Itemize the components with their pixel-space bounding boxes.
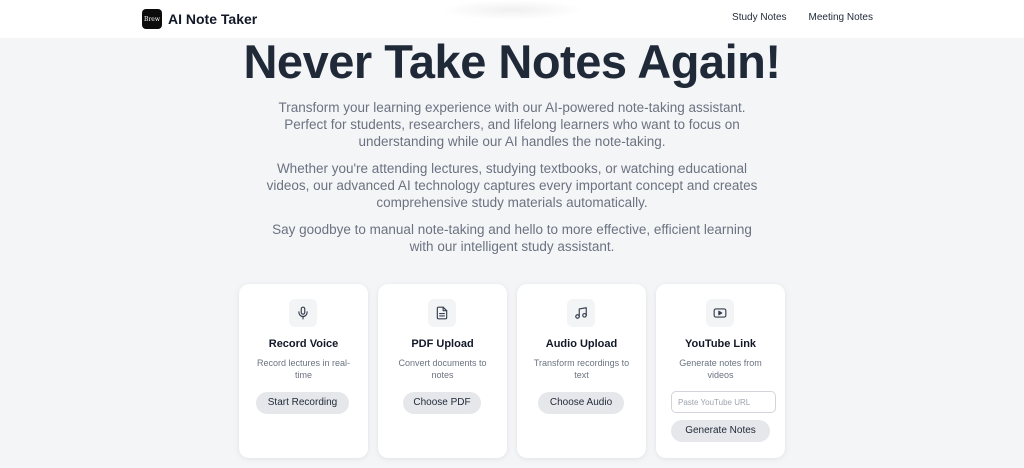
card-title: Audio Upload xyxy=(545,338,618,350)
card-pdf-upload: PDF Upload Convert documents to notes Ch… xyxy=(378,284,507,458)
header-shadow-decoration xyxy=(440,0,585,20)
card-description: Record lectures in real-time xyxy=(256,358,351,380)
brand-logo: Brew xyxy=(142,9,162,29)
card-title: Record Voice xyxy=(268,338,339,350)
card-description: Generate notes from videos xyxy=(679,358,762,380)
document-icon xyxy=(428,299,456,327)
nav-link-meeting-notes[interactable]: Meeting Notes xyxy=(809,12,873,23)
card-audio-upload: Audio Upload Transform recordings to tex… xyxy=(517,284,646,458)
youtube-url-input[interactable] xyxy=(671,391,776,413)
card-title: YouTube Link xyxy=(684,338,757,350)
feature-cards: Record Voice Record lectures in real-tim… xyxy=(239,284,786,460)
top-nav-bar: Brew AI Note Taker Study Notes Meeting N… xyxy=(0,0,1024,38)
hero-paragraph-1: Transform your learning experience with … xyxy=(278,100,746,149)
music-note-icon xyxy=(567,299,595,327)
card-description: Transform recordings to text xyxy=(533,358,630,380)
card-title: PDF Upload xyxy=(411,338,474,350)
choose-audio-button[interactable]: Choose Audio xyxy=(538,392,624,414)
microphone-icon xyxy=(289,299,317,327)
card-youtube-link: YouTube Link Generate notes from videos … xyxy=(656,284,785,458)
nav-link-study-notes[interactable]: Study Notes xyxy=(732,12,786,23)
hero-paragraph-3: Say goodbye to manual note-taking and he… xyxy=(272,222,752,254)
hero-paragraph-2: Whether you're attending lectures, study… xyxy=(266,161,758,210)
brand[interactable]: Brew AI Note Taker xyxy=(142,9,257,29)
card-description: Convert documents to notes xyxy=(398,358,487,380)
start-recording-button[interactable]: Start Recording xyxy=(256,392,349,414)
generate-notes-button[interactable]: Generate Notes xyxy=(671,420,770,442)
play-icon xyxy=(706,299,734,327)
nav-links: Study Notes Meeting Notes xyxy=(732,12,873,23)
card-record-voice: Record Voice Record lectures in real-tim… xyxy=(239,284,368,458)
brand-name: AI Note Taker xyxy=(168,11,258,27)
choose-pdf-button[interactable]: Choose PDF xyxy=(403,392,481,414)
hero-title: Never Take Notes Again! xyxy=(243,35,781,88)
